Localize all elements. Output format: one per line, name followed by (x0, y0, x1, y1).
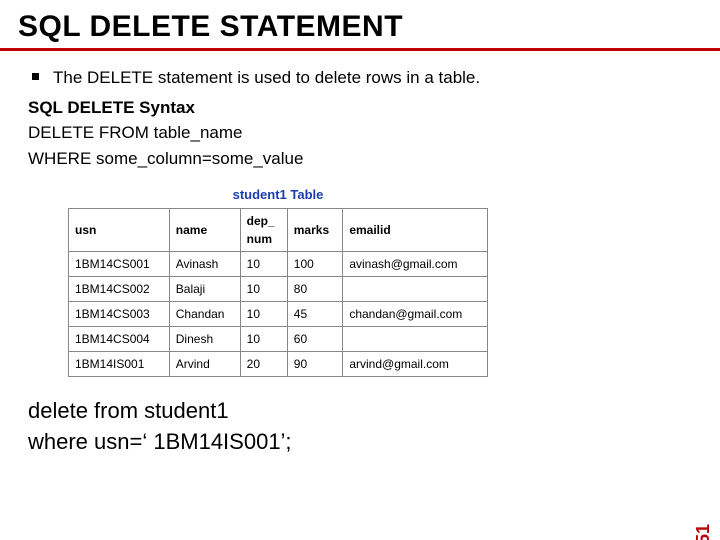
table-cell: 1BM14CS002 (69, 276, 170, 301)
table-cell: 1BM14CS004 (69, 326, 170, 351)
table-header-row: usn name dep_ num marks emailid (69, 208, 488, 251)
title-bar: SQL DELETE STATEMENT (0, 0, 720, 51)
example-block: delete from student1 where usn=‘ 1BM14IS… (28, 395, 692, 459)
table-cell: 10 (240, 301, 287, 326)
example-line-2: where usn=‘ 1BM14IS001’; (28, 426, 692, 458)
table-cell (343, 326, 488, 351)
example-line-1: delete from student1 (28, 395, 692, 427)
table-cell: 10 (240, 326, 287, 351)
table-row: 1BM14CS001Avinash10100avinash@gmail.com (69, 251, 488, 276)
table-cell: 60 (287, 326, 343, 351)
col-usn: usn (69, 208, 170, 251)
table-figure: student1 Table usn name dep_ num marks e… (68, 185, 488, 377)
col-emailid: emailid (343, 208, 488, 251)
table-cell: 100 (287, 251, 343, 276)
table-row: 1BM14IS001Arvind2090arvind@gmail.com (69, 351, 488, 376)
table-cell: 20 (240, 351, 287, 376)
square-bullet-icon (32, 73, 39, 80)
student-table: usn name dep_ num marks emailid 1BM14CS0… (68, 208, 488, 377)
slide-title: SQL DELETE STATEMENT (18, 10, 702, 44)
table-title: student1 Table (68, 185, 488, 205)
slide-body: The DELETE statement is used to delete r… (0, 51, 720, 458)
col-marks: marks (287, 208, 343, 251)
table-cell: Avinash (169, 251, 240, 276)
bullet-text: The DELETE statement is used to delete r… (53, 65, 480, 91)
table-row: 1BM14CS004Dinesh1060 (69, 326, 488, 351)
table-cell: 1BM14CS001 (69, 251, 170, 276)
table-cell: Balaji (169, 276, 240, 301)
syntax-line-1: DELETE FROM table_name (28, 120, 692, 146)
table-cell: 90 (287, 351, 343, 376)
bullet-item: The DELETE statement is used to delete r… (28, 65, 692, 91)
table-cell: 10 (240, 276, 287, 301)
col-name: name (169, 208, 240, 251)
table-cell: 10 (240, 251, 287, 276)
table-cell: avinash@gmail.com (343, 251, 488, 276)
table-cell (343, 276, 488, 301)
table-cell: arvind@gmail.com (343, 351, 488, 376)
col-dep-num: dep_ num (240, 208, 287, 251)
syntax-line-2: WHERE some_column=some_value (28, 146, 692, 172)
table-cell: 80 (287, 276, 343, 301)
table-cell: 45 (287, 301, 343, 326)
table-row: 1BM14CS002Balaji1080 (69, 276, 488, 301)
table-cell: Chandan (169, 301, 240, 326)
table-row: 1BM14CS003Chandan1045chandan@gmail.com (69, 301, 488, 326)
syntax-heading: SQL DELETE Syntax (28, 95, 692, 121)
table-cell: 1BM14CS003 (69, 301, 170, 326)
table-cell: chandan@gmail.com (343, 301, 488, 326)
table-cell: Dinesh (169, 326, 240, 351)
table-cell: 1BM14IS001 (69, 351, 170, 376)
page-number: 51 (693, 524, 714, 540)
table-cell: Arvind (169, 351, 240, 376)
